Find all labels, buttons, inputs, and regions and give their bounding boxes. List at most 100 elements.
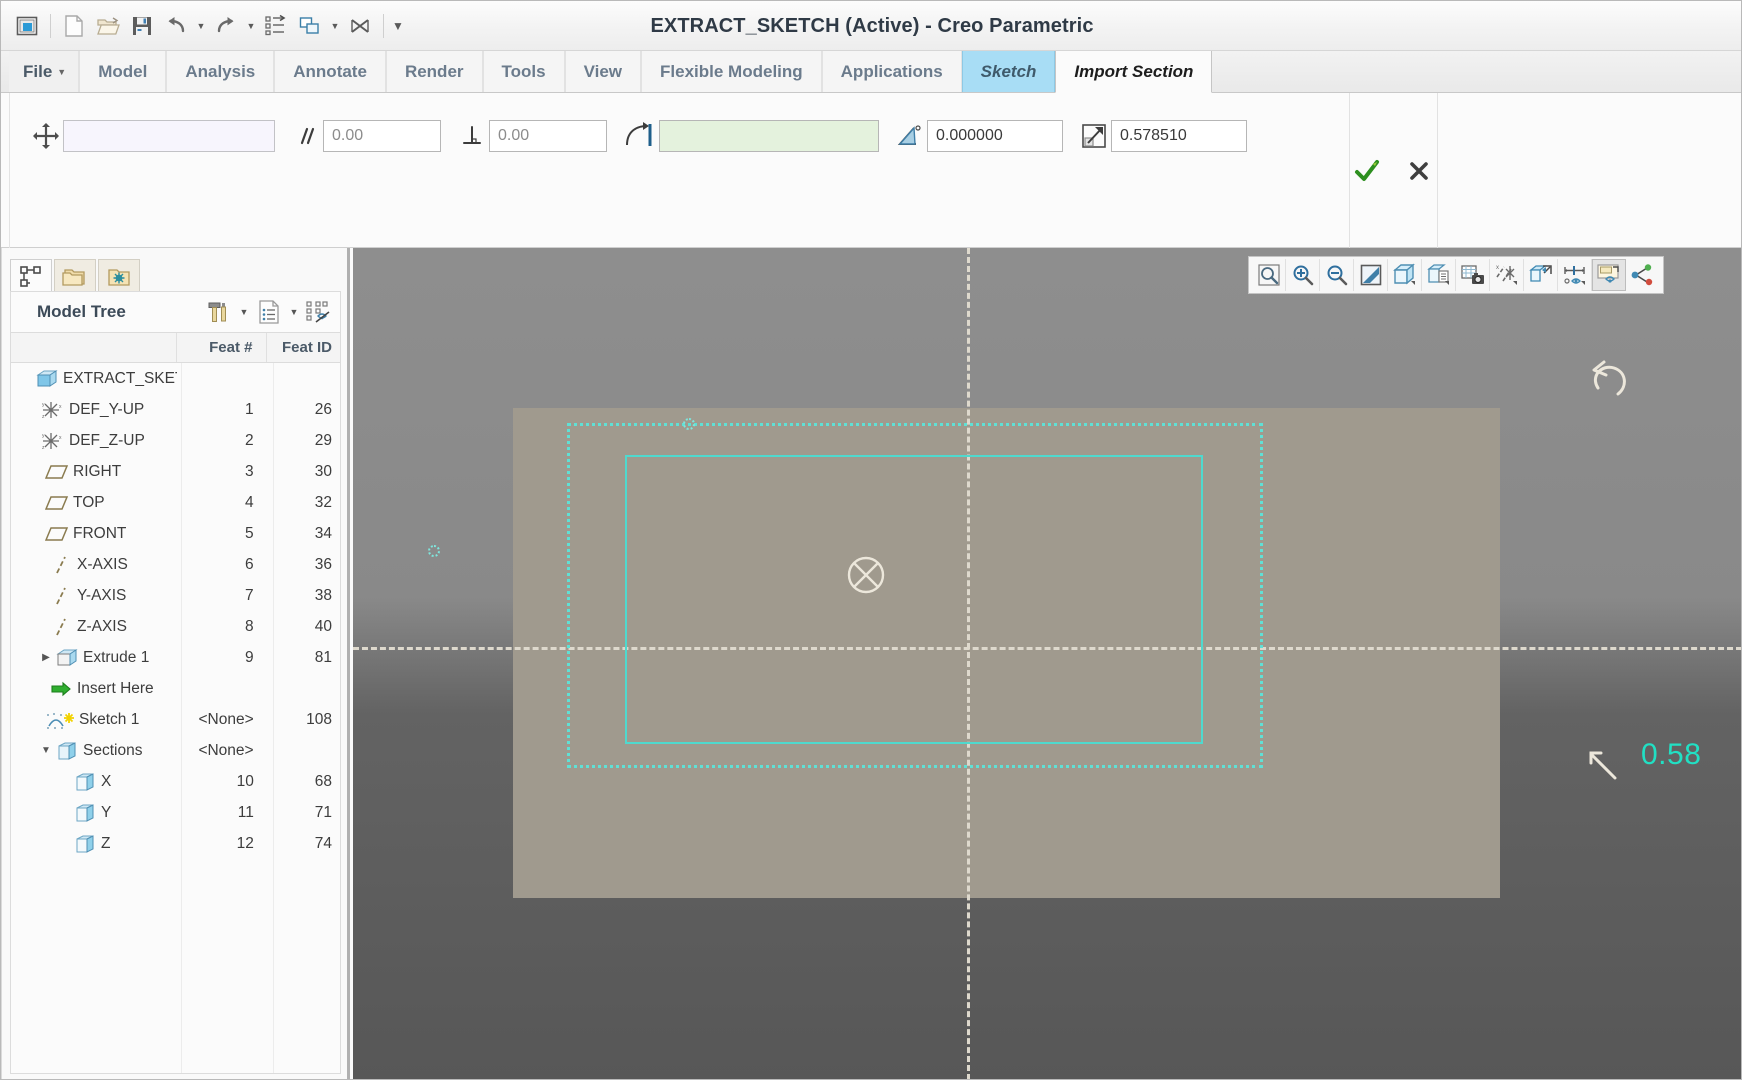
table-row[interactable]: Z 12 74 <box>11 828 340 859</box>
navigator-tab-favorites[interactable] <box>98 259 140 293</box>
redo-icon[interactable] <box>210 10 242 42</box>
ribbon-tab-annotate[interactable]: Annotate <box>274 51 386 92</box>
scale-icon <box>1077 119 1111 153</box>
table-row[interactable]: y z x DEF_Y-UP 1 26 <box>11 394 340 425</box>
scale-field[interactable]: 0.578510 <box>1111 120 1247 152</box>
ribbon-tab-import-section[interactable]: Import Section <box>1055 51 1213 93</box>
document-list-icon[interactable] <box>254 296 284 328</box>
window-switch-icon[interactable] <box>294 10 326 42</box>
table-row[interactable]: FRONT 5 34 <box>11 518 340 549</box>
top-vertex-handle-icon[interactable] <box>683 418 695 430</box>
imported-section-outline[interactable] <box>625 455 1203 744</box>
repaint-icon[interactable] <box>1354 259 1388 291</box>
table-row[interactable]: TOP 4 32 <box>11 487 340 518</box>
table-row[interactable]: EXTRACT_SKETC <box>11 363 340 394</box>
table-row[interactable]: Y 11 71 <box>11 797 340 828</box>
window-icon[interactable] <box>11 10 43 42</box>
saved-views-icon[interactable] <box>1422 259 1456 291</box>
table-row[interactable]: RIGHT 3 30 <box>11 456 340 487</box>
scale-dimension-label[interactable]: 0.58 <box>1641 738 1701 772</box>
perpendicular-offset-field[interactable]: 0.00 <box>489 120 607 152</box>
ribbon-tab-file[interactable]: File ▼ <box>9 51 80 92</box>
tree-row-label: Insert Here <box>77 679 154 697</box>
ribbon-tab-render[interactable]: Render <box>385 51 483 92</box>
display-dropdown-caret[interactable]: ▼ <box>286 296 302 328</box>
tree-row-id: 29 <box>314 431 332 449</box>
ribbon-tab-view[interactable]: View <box>564 51 642 92</box>
parallel-offset-field[interactable]: 0.00 <box>323 120 441 152</box>
cancel-button[interactable] <box>1402 154 1436 188</box>
ribbon-tab-model[interactable]: Model <box>79 51 167 92</box>
tree-filter-off-icon[interactable] <box>304 296 334 328</box>
rotate-handle-icon[interactable] <box>1584 358 1638 412</box>
model-tree-title: Model Tree <box>37 302 126 321</box>
window-left-edge <box>1 248 2 1079</box>
ribbon-tab-tools[interactable]: Tools <box>482 51 565 92</box>
window-dropdown-caret[interactable]: ▼ <box>328 11 342 41</box>
qat-divider-2 <box>383 14 384 38</box>
regenerate-icon[interactable] <box>260 10 292 42</box>
view-manager-icon[interactable] <box>1456 259 1490 291</box>
table-row[interactable]: Z-AXIS 8 40 <box>11 611 340 642</box>
table-row[interactable]: y z x DEF_Z-UP 2 29 <box>11 425 340 456</box>
svg-text:x: x <box>59 404 62 410</box>
row-expander-collapsed[interactable]: ▶ <box>37 649 55 667</box>
section-icon <box>73 833 97 855</box>
graphics-viewport[interactable]: 0.58 x <box>353 248 1741 1079</box>
tools-icon[interactable] <box>204 296 234 328</box>
table-row[interactable]: Sketch 1 <None> 108 <box>11 704 340 735</box>
scale-field-value: 0.578510 <box>1120 127 1187 144</box>
navigator-tab-folder-browser[interactable] <box>54 259 96 293</box>
tree-row-feat: 11 <box>237 803 254 821</box>
annotation-display-icon[interactable] <box>1558 259 1592 291</box>
row-expander-expanded[interactable]: ▼ <box>37 742 55 760</box>
table-row[interactable]: Insert Here <box>11 673 340 704</box>
row-expander[interactable] <box>17 370 35 388</box>
tree-row-label: Y <box>101 803 112 821</box>
tree-row-id: 36 <box>314 555 332 573</box>
table-row[interactable]: X 10 68 <box>11 766 340 797</box>
reference-field[interactable] <box>63 120 275 152</box>
zoom-fit-icon[interactable] <box>1252 259 1286 291</box>
display-style-icon[interactable] <box>1388 259 1422 291</box>
navigator-tab-model-tree[interactable] <box>10 259 52 293</box>
table-row[interactable]: X-AXIS 6 36 <box>11 549 340 580</box>
spin-center-icon[interactable] <box>1592 259 1626 291</box>
accept-button[interactable] <box>1350 154 1384 188</box>
tree-row-feat: <None> <box>198 710 254 728</box>
table-row[interactable]: Y-AXIS 7 38 <box>11 580 340 611</box>
table-row[interactable]: ▶ Extrude 1 9 81 <box>11 642 340 673</box>
ribbon-tab-file-label: File <box>23 61 53 81</box>
layers-icon[interactable] <box>1524 259 1558 291</box>
scale-handle-icon[interactable] <box>1585 748 1623 786</box>
datum-display-icon[interactable]: x <box>1490 259 1524 291</box>
tree-row-id: 81 <box>314 648 332 666</box>
open-icon[interactable] <box>92 10 124 42</box>
ribbon-tab-sketch[interactable]: Sketch <box>961 51 1056 92</box>
table-row[interactable]: ▼ Sections <None> <box>11 735 340 766</box>
zoom-out-icon[interactable] <box>1320 259 1354 291</box>
undo-dropdown-caret[interactable]: ▼ <box>194 11 208 41</box>
qat-overflow-caret[interactable]: ▼ <box>391 11 405 41</box>
angle-field[interactable]: 0.000000 <box>927 120 1063 152</box>
redo-dropdown-caret[interactable]: ▼ <box>244 11 258 41</box>
tree-row-feat: 10 <box>236 772 254 790</box>
undo-icon[interactable] <box>160 10 192 42</box>
ribbon-tab-flexible-modeling[interactable]: Flexible Modeling <box>641 51 822 92</box>
tools-dropdown-caret[interactable]: ▼ <box>236 296 252 328</box>
ribbon-tab-applications[interactable]: Applications <box>821 51 962 92</box>
qat-divider-1 <box>50 14 51 38</box>
tree-row-label: DEF_Z-UP <box>69 431 145 449</box>
origin-marker-icon[interactable] <box>845 554 887 596</box>
zoom-in-icon[interactable] <box>1286 259 1320 291</box>
tree-row-id: 40 <box>314 617 332 635</box>
new-icon[interactable] <box>58 10 90 42</box>
rotation-reference-field[interactable] <box>659 120 879 152</box>
left-vertex-handle-icon[interactable] <box>428 545 440 557</box>
tree-row-label: X-AXIS <box>77 555 128 573</box>
appearance-gallery-icon[interactable] <box>1626 259 1660 291</box>
close-window-icon[interactable] <box>344 10 376 42</box>
model-tree-rows[interactable]: EXTRACT_SKETC y z x DEF_Y-U <box>10 363 341 1074</box>
ribbon-tab-analysis[interactable]: Analysis <box>166 51 275 92</box>
save-icon[interactable] <box>126 10 158 42</box>
